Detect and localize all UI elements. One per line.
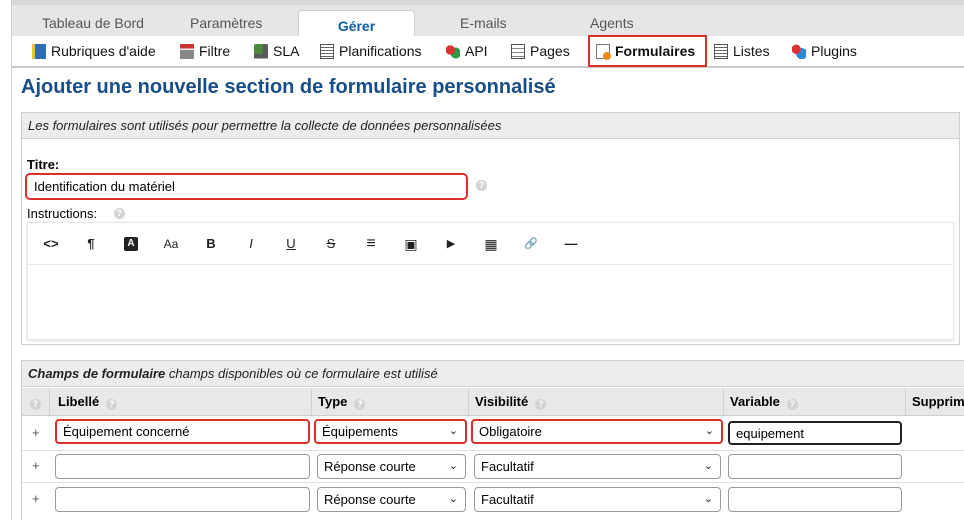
field-type-select[interactable]: Réponse courte ⌄ (317, 487, 466, 512)
field-type-select[interactable]: Réponse courte ⌄ (317, 454, 466, 479)
subnav-sla[interactable]: SLA (254, 36, 299, 66)
subnav-forms[interactable]: Formulaires (588, 35, 708, 67)
video-icon[interactable]: ▶ (439, 234, 463, 254)
paragraph-icon[interactable]: ¶ (79, 234, 103, 254)
plugins-icon (792, 43, 806, 59)
subnav-label: Plugins (811, 43, 857, 59)
subnav-schedules[interactable]: Planifications (320, 36, 422, 66)
help-icon[interactable]: ? (786, 399, 798, 410)
title-input[interactable]: Identification du matériel (25, 173, 468, 200)
field-variable-input[interactable]: equipement (728, 421, 902, 445)
fields-section-header: Champs de formulaire champs disponibles … (22, 361, 964, 387)
title-label: Titre: (27, 157, 60, 172)
font-size-icon[interactable]: Aa (159, 234, 183, 254)
subnav-label: Formulaires (615, 43, 696, 59)
field-label-input[interactable]: Équipement concerné (55, 419, 310, 444)
horizontal-rule-icon[interactable]: — (559, 234, 583, 254)
row-add-handle[interactable]: + (32, 425, 40, 440)
row-add-handle[interactable]: + (32, 458, 40, 473)
help-topics-icon (32, 43, 46, 59)
subnav-label: SLA (273, 43, 300, 59)
field-label-input[interactable] (55, 487, 310, 512)
subnav-label: Rubriques d'aide (51, 43, 156, 59)
help-icon[interactable]: ? (535, 399, 547, 410)
sub-nav: Rubriques d'aide Filtre SLA Planificatio… (12, 35, 964, 68)
chevron-down-icon: ⌄ (448, 425, 458, 437)
image-icon[interactable]: ▣ (399, 234, 423, 254)
main-tabs: Tableau de Bord Paramètres Gérer E-mails… (12, 0, 964, 41)
chevron-down-icon: ⌄ (703, 493, 713, 505)
row-separator (22, 450, 964, 451)
instructions-editor[interactable]: <> ¶ A Aa B I U S ≡ ▣ ▶ ▦ 🔗 — (27, 222, 954, 340)
subnav-label: API (465, 43, 488, 59)
row-separator (22, 482, 964, 483)
help-icon[interactable]: ? (476, 180, 487, 191)
sla-icon (254, 43, 268, 59)
col-head-delete: Supprimer (906, 388, 964, 416)
schedule-icon (320, 43, 334, 59)
page-title: Ajouter une nouvelle section de formulai… (21, 76, 556, 98)
fields-header-bold: Champs de formulaire (28, 366, 166, 381)
col-head-visibility: Visibilité? (469, 388, 724, 416)
field-visibility-select[interactable]: Obligatoire ⌄ (471, 419, 723, 444)
chevron-down-icon: ⌄ (704, 425, 714, 437)
field-visibility-select[interactable]: Facultatif ⌄ (474, 487, 721, 512)
help-icon[interactable]: ? (114, 208, 125, 219)
subnav-label: Pages (530, 43, 570, 59)
col-head-label: Libellé? (50, 388, 312, 416)
form-section: Les formulaires sont utilisés pour perme… (21, 112, 960, 345)
italic-icon[interactable]: I (239, 234, 263, 254)
code-view-icon[interactable]: <> (39, 234, 63, 254)
field-variable-input[interactable] (728, 454, 902, 479)
field-type-select[interactable]: Équipements ⌄ (314, 419, 467, 444)
instructions-label: Instructions: (27, 206, 98, 221)
field-visibility-select[interactable]: Facultatif ⌄ (474, 454, 721, 479)
chevron-down-icon: ⌄ (448, 460, 458, 472)
subnav-label: Listes (733, 43, 770, 59)
subnav-label: Planifications (339, 43, 422, 59)
lists-icon (714, 43, 728, 59)
list-icon[interactable]: ≡ (359, 234, 383, 254)
subnav-label: Filtre (199, 43, 231, 59)
col-head-help: ? (22, 388, 50, 416)
chevron-down-icon: ⌄ (448, 493, 458, 505)
form-section-header: Les formulaires sont utilisés pour perme… (22, 113, 959, 139)
api-icon (446, 43, 460, 59)
pages-icon (511, 43, 525, 59)
underline-icon[interactable]: U (279, 234, 303, 254)
field-label-input[interactable] (55, 454, 310, 479)
text-color-icon[interactable]: A (124, 237, 138, 251)
link-icon[interactable]: 🔗 (519, 234, 543, 254)
strikethrough-icon[interactable]: S (319, 234, 343, 254)
forms-icon (596, 43, 611, 60)
table-icon[interactable]: ▦ (479, 234, 503, 254)
left-edge (0, 0, 12, 520)
fields-section: Champs de formulaire champs disponibles … (21, 360, 964, 520)
subnav-filter[interactable]: Filtre (180, 36, 230, 66)
subnav-lists[interactable]: Listes (714, 36, 770, 66)
col-head-type: Type? (312, 388, 469, 416)
bold-icon[interactable]: B (199, 234, 223, 254)
subnav-pages[interactable]: Pages (511, 36, 570, 66)
subnav-help-topics[interactable]: Rubriques d'aide (32, 36, 156, 66)
row-add-handle[interactable]: + (32, 491, 40, 506)
col-head-variable: Variable? (724, 388, 906, 416)
help-icon[interactable]: ? (30, 399, 41, 410)
subnav-api[interactable]: API (446, 36, 488, 66)
editor-toolbar: <> ¶ A Aa B I U S ≡ ▣ ▶ ▦ 🔗 — (28, 223, 953, 265)
field-variable-input[interactable] (728, 487, 902, 512)
help-icon[interactable]: ? (354, 399, 366, 410)
subnav-plugins[interactable]: Plugins (792, 36, 857, 66)
fields-header-rest: champs disponibles où ce formulaire est … (165, 366, 438, 381)
filter-icon (180, 43, 194, 59)
chevron-down-icon: ⌄ (703, 460, 713, 472)
help-icon[interactable]: ? (106, 399, 118, 410)
